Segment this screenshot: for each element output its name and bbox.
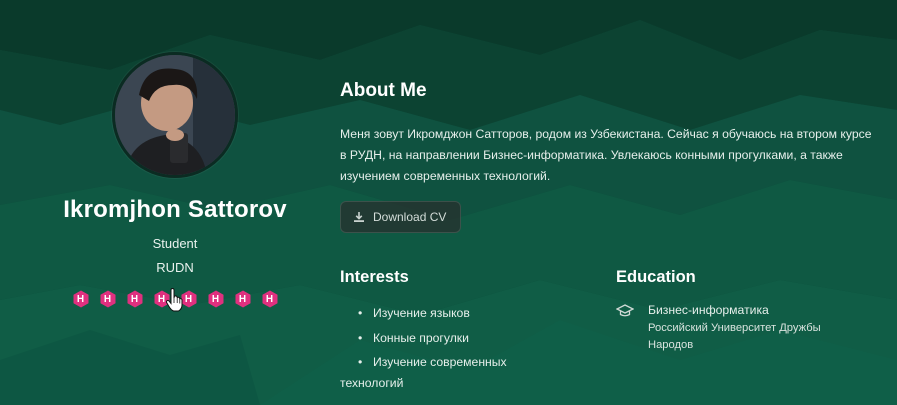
download-cv-button[interactable]: Download CV xyxy=(340,200,462,233)
avatar-photo xyxy=(115,55,235,175)
social-link-3[interactable]: H xyxy=(126,290,144,308)
graduation-cap-icon xyxy=(616,304,634,317)
social-link-7[interactable]: H xyxy=(234,290,252,308)
interests-list: Изучение языков Конные прогулки Изучение… xyxy=(340,303,560,394)
interests-section: Interests Изучение языков Конные прогулк… xyxy=(340,268,560,398)
hand-pointer-icon xyxy=(165,288,183,312)
education-section: Education Бизнес-информатика Российский … xyxy=(616,268,876,354)
education-item: Бизнес-информатика Российский Университе… xyxy=(616,303,876,354)
profile-role: Student xyxy=(152,236,198,251)
education-title: Education xyxy=(616,268,696,286)
about-title: About Me xyxy=(340,80,427,101)
profile-name: Ikromjhon Sattorov xyxy=(63,196,287,223)
social-link-6[interactable]: H xyxy=(207,290,225,308)
social-link-1[interactable]: H xyxy=(72,290,90,308)
list-item: Изучение современных технологий xyxy=(340,352,560,393)
profile-card: Ikromjhon Sattorov Student RUDN H H H H … xyxy=(40,52,310,312)
about-text: Меня зовут Икромджон Сатторов, родом из … xyxy=(340,127,872,183)
social-link-8[interactable]: H xyxy=(261,290,279,308)
interests-title: Interests xyxy=(340,268,409,286)
education-degree: Бизнес-информатика xyxy=(648,303,769,317)
main-content: About Me Меня зовут Икромджон Сатторов, … xyxy=(340,80,880,390)
avatar xyxy=(112,52,238,178)
list-item: Изучение языков xyxy=(340,303,560,324)
download-icon xyxy=(354,211,364,222)
education-school: Российский Университет Дружбы Народов xyxy=(648,322,821,351)
download-cv-label: Download CV xyxy=(373,209,447,224)
profile-organization: RUDN xyxy=(156,260,194,275)
list-item: Конные прогулки xyxy=(340,328,560,349)
social-link-2[interactable]: H xyxy=(99,290,117,308)
social-links: H H H H H H H H xyxy=(40,288,310,312)
